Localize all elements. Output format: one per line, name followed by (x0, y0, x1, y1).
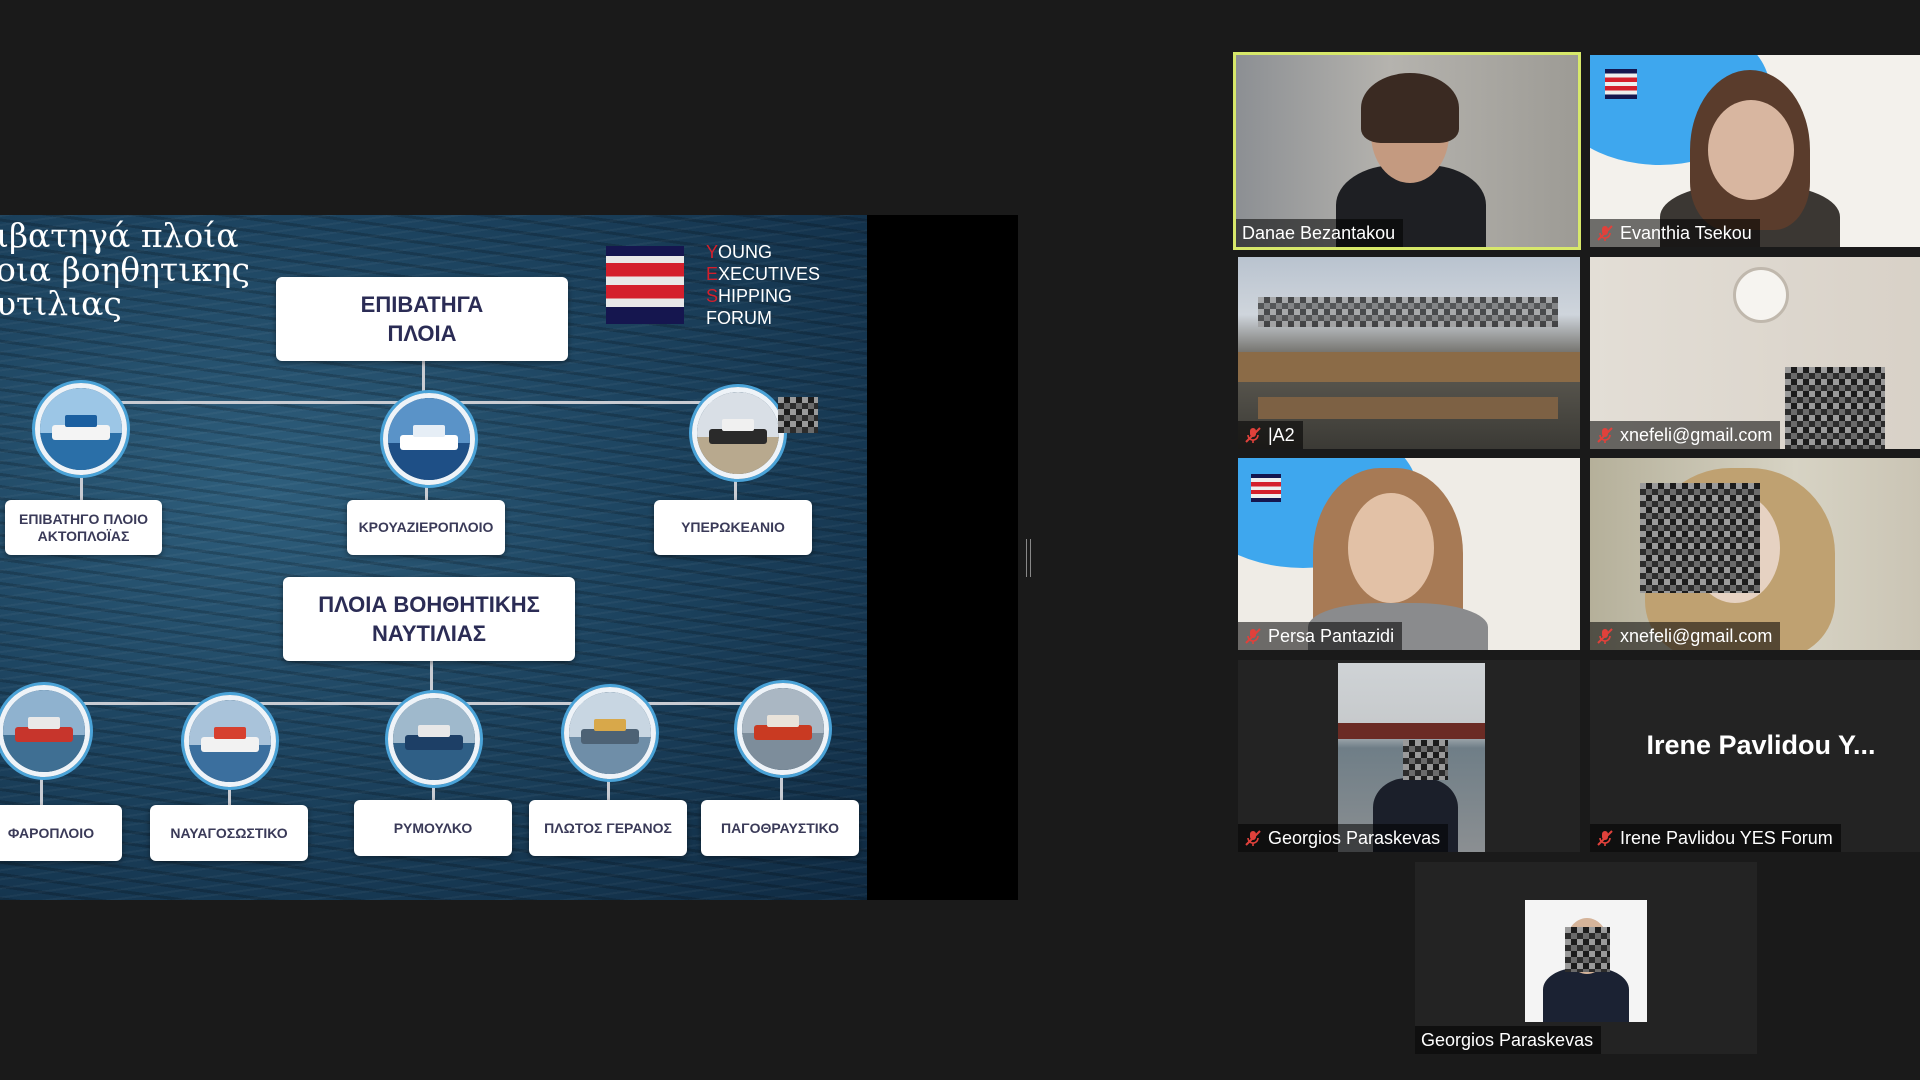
ferry-icon (35, 383, 127, 475)
participant-name: Evanthia Tsekou (1620, 223, 1752, 243)
yes-forum-flag-logo (606, 246, 684, 324)
participant-name-tag: Georgios Paraskevas (1238, 824, 1449, 852)
tugboat-icon (388, 693, 480, 785)
yes-flag-background-logo (1251, 474, 1281, 502)
microphone-muted-icon (1597, 225, 1613, 241)
participant-name: Danae Bezantakou (1242, 223, 1396, 243)
pixelated-overlay (778, 397, 818, 433)
ocean-liner-icon (692, 387, 784, 479)
pixelated-overlay (1785, 367, 1885, 449)
shared-screen-panel: ιβατηγά πλοία οια βοηθητικης υτιλιας YOU… (0, 215, 1018, 900)
label-floating-crane: ΠΛΩΤΟΣ ΓΕΡΑΝΟΣ (529, 800, 687, 856)
microphone-muted-icon (1245, 628, 1261, 644)
lightship-icon (0, 685, 90, 777)
slide-title-line-2: οια βοηθητικης (0, 250, 251, 289)
participant-name-tag: xnefeli@gmail.com (1590, 622, 1781, 650)
yes-forum-logo-text: YOUNG EXECUTIVES SHIPPING FORUM (706, 242, 821, 328)
label-lifeboat: ΝΑΥΑΓΟΣΩΣΤΙΚΟ (150, 805, 308, 861)
microphone-muted-icon (1597, 830, 1613, 846)
participant-name: |A2 (1268, 425, 1295, 445)
presentation-slide: ιβατηγά πλοία οια βοηθητικης υτιλιας YOU… (0, 215, 867, 900)
participant-tile-5[interactable]: Persa Pantazidi (1238, 458, 1580, 650)
participant-tile-8[interactable]: Irene Pavlidou Y... Irene Pavlidou YES F… (1590, 660, 1920, 852)
pixelated-overlay (1403, 740, 1448, 780)
label-lightship: ΦΑΡΟΠΛΟΙΟ (0, 805, 122, 861)
participant-tile-2[interactable]: Evanthia Tsekou (1590, 55, 1920, 247)
participant-tile-9[interactable]: Georgios Paraskevas (1415, 862, 1757, 1054)
slide-title-line-3: υτιλιας (0, 284, 122, 323)
label-ocean-liner: ΥΠΕΡΩΚΕΑΝΙΟ (654, 500, 812, 555)
participant-name: xnefeli@gmail.com (1620, 626, 1773, 646)
participant-name-tag: |A2 (1238, 421, 1303, 449)
participant-name-tag: Danae Bezantakou (1236, 219, 1404, 247)
microphone-muted-icon (1245, 830, 1261, 846)
participant-tile-7[interactable]: Georgios Paraskevas (1238, 660, 1580, 852)
participant-name-tag: Georgios Paraskevas (1415, 1026, 1602, 1054)
floating-crane-icon (564, 687, 656, 779)
participant-name-placeholder: Irene Pavlidou Y... (1646, 730, 1876, 760)
participant-name: Persa Pantazidi (1268, 626, 1395, 646)
pixelated-overlay (1258, 297, 1558, 327)
slide-title-line-1: ιβατηγά πλοία (0, 216, 239, 255)
participant-name-tag: Irene Pavlidou YES Forum (1590, 824, 1841, 852)
icebreaker-icon (737, 683, 829, 775)
pixelated-overlay (1565, 927, 1610, 972)
lifeboat-icon (184, 695, 276, 787)
participant-tile-6[interactable]: xnefeli@gmail.com (1590, 458, 1920, 650)
participant-name: Georgios Paraskevas (1421, 1030, 1594, 1050)
wall-clock (1733, 267, 1789, 323)
participant-tile-4[interactable]: xnefeli@gmail.com (1590, 257, 1920, 449)
participant-name-tag: xnefeli@gmail.com (1590, 421, 1781, 449)
label-passenger-ferry: ΕΠΙΒΑΤΗΓΟ ΠΛΟΙΟ ΑΚΤΟΠΛΟΪΑΣ (5, 500, 162, 555)
passenger-ships-heading: ΕΠΙΒΑΤΗΓΑ ΠΛΟΙΑ (276, 277, 568, 361)
label-icebreaker: ΠΑΓΟΘΡΑΥΣΤΙΚΟ (701, 800, 859, 856)
cruise-ship-icon (383, 393, 475, 485)
participant-name: xnefeli@gmail.com (1620, 425, 1773, 445)
participant-tile-3[interactable]: |A2 (1238, 257, 1580, 449)
participant-name: Irene Pavlidou YES Forum (1620, 828, 1833, 848)
yes-flag-background-logo (1605, 69, 1637, 99)
label-tugboat: ΡΥΜΟΥΛΚΟ (354, 800, 512, 856)
participant-name-tag: Persa Pantazidi (1238, 622, 1403, 650)
microphone-muted-icon (1597, 427, 1613, 443)
panel-resize-handle[interactable] (1026, 539, 1031, 577)
auxiliary-ships-heading: ΠΛΟΙΑ ΒΟΗΘΗΤΙΚΗΣ ΝΑΥΤΙΛΙΑΣ (283, 577, 575, 661)
participant-name-tag: Evanthia Tsekou (1590, 219, 1760, 247)
pixelated-overlay (1640, 483, 1760, 593)
participant-name: Georgios Paraskevas (1268, 828, 1441, 848)
participant-tile-1[interactable]: Danae Bezantakou (1233, 52, 1581, 250)
microphone-muted-icon (1245, 427, 1261, 443)
microphone-muted-icon (1597, 628, 1613, 644)
label-cruise-ship: ΚΡΟΥΑΖΙΕΡΟΠΛΟΙΟ (347, 500, 505, 555)
